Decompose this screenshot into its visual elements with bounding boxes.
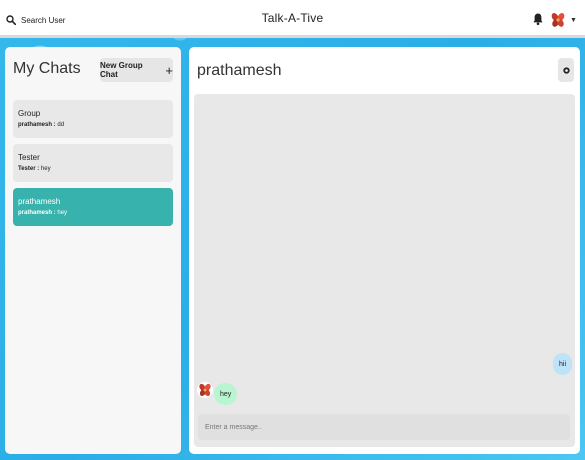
new-group-chat-label: New Group Chat (100, 61, 143, 79)
chat-last-message: prathamesh : hey (18, 210, 173, 216)
top-bar: Search User Talk-A-Tive ▼ (0, 0, 585, 38)
view-profile-button[interactable] (558, 58, 574, 82)
eye-icon (562, 66, 570, 74)
plus-icon: + (165, 62, 173, 78)
message-input[interactable] (198, 414, 570, 440)
chat-last-sender: prathamesh : (18, 210, 56, 216)
chat-list-item[interactable]: Group prathamesh : dd (13, 100, 173, 138)
my-chats-title: My Chats (13, 60, 81, 77)
message-bubble-sent: hii (553, 353, 573, 375)
chat-last-message: Tester : hey (18, 166, 173, 172)
chat-list-item[interactable]: Tester Tester : hey (13, 144, 173, 182)
new-group-chat-button[interactable]: New Group Chat + (100, 58, 173, 82)
chat-last-sender: Tester : (18, 166, 40, 172)
chat-title: prathamesh (197, 62, 282, 79)
chevron-down-icon: ▼ (570, 16, 577, 24)
messages-area: hii hey (194, 94, 575, 447)
chat-last-text: hey (57, 210, 68, 216)
my-chats-panel: My Chats New Group Chat + Group prathame… (5, 47, 181, 454)
chat-last-message: prathamesh : dd (18, 122, 173, 128)
chat-last-sender: prathamesh : (18, 122, 56, 128)
chat-panel: prathamesh hii hey (189, 47, 580, 454)
chat-name: prathamesh (18, 197, 61, 206)
profile-menu-button[interactable]: ▼ (549, 9, 577, 31)
chat-name: Tester (18, 153, 40, 162)
chat-last-text: hey (40, 166, 51, 172)
sender-avatar (197, 382, 213, 398)
chat-list-item-active[interactable]: prathamesh prathamesh : hey (13, 188, 173, 226)
bell-icon[interactable] (531, 12, 545, 26)
message-bubble-received: hey (214, 383, 238, 405)
chat-name: Group (18, 109, 41, 118)
chat-last-text: dd (57, 122, 65, 128)
app-title: Talk-A-Tive (261, 11, 324, 25)
avatar (549, 11, 567, 29)
